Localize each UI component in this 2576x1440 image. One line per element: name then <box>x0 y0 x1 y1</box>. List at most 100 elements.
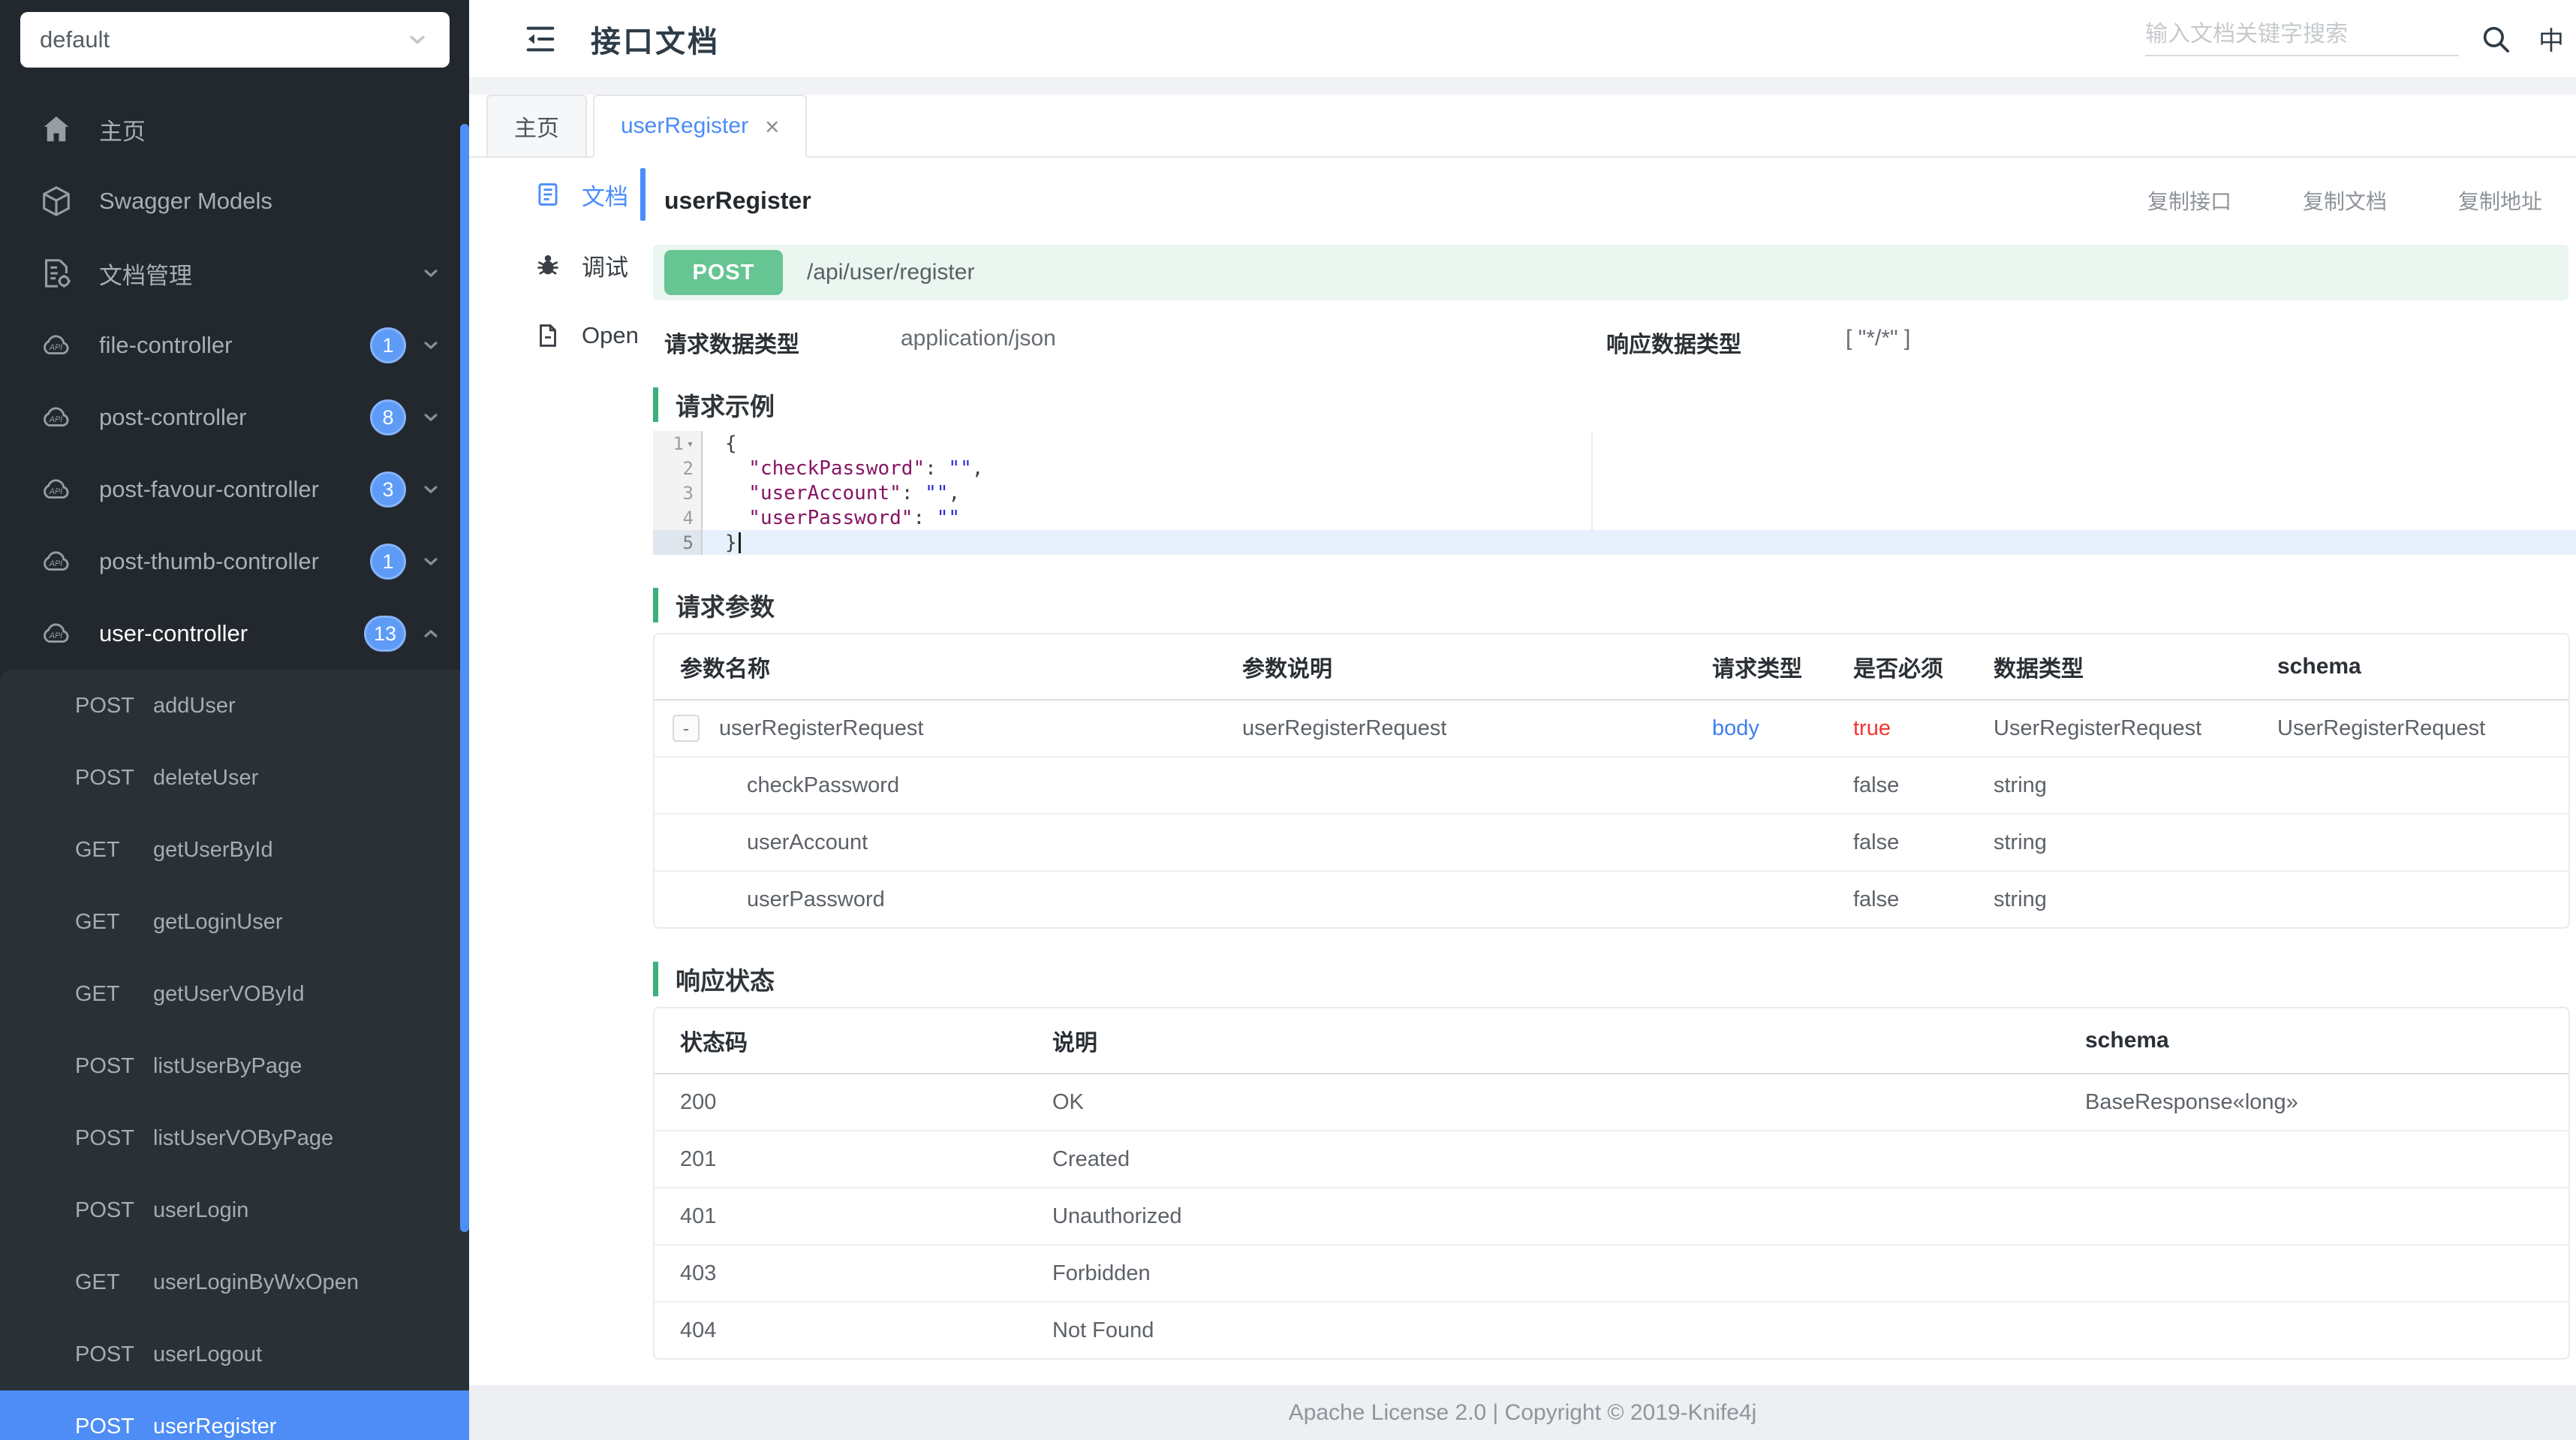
endpoint-method: GET <box>75 910 153 935</box>
api-path: /api/user/register <box>807 260 974 285</box>
sidebar-item-5[interactable]: APIpost-favour-controller3 <box>0 453 469 526</box>
sidebar-item-1[interactable]: Swagger Models <box>0 165 469 237</box>
footer-text: Apache License 2.0 | Copyright © 2019-Kn… <box>1289 1400 1757 1426</box>
language-toggle[interactable]: 中 <box>2538 20 2565 57</box>
sidebar-endpoint-getUserById[interactable]: GETgetUserById <box>0 814 469 886</box>
doc-nav-item-2[interactable]: Open <box>469 300 646 371</box>
code-text: "userAccount": "", <box>703 481 960 505</box>
column-header: 说明 <box>1027 1024 2060 1057</box>
endpoint-name: userLogout <box>153 1342 262 1367</box>
param-table-header: 参数名称参数说明请求类型是否必须数据类型schema <box>655 634 2568 699</box>
search-icon[interactable] <box>2480 23 2511 55</box>
param-row-checkPassword: checkPasswordfalsestring <box>655 756 2568 813</box>
sidebar-item-3[interactable]: APIfile-controller1 <box>0 309 469 381</box>
column-header: 是否必须 <box>1828 650 1968 683</box>
endpoint-name: addUser <box>153 694 236 718</box>
param-desc: userRegisterRequest <box>1217 716 1687 741</box>
column-header: 数据类型 <box>1968 650 2252 683</box>
endpoint-method: GET <box>75 1270 153 1295</box>
group-select[interactable]: default <box>20 12 450 68</box>
status-code: 403 <box>655 1261 1027 1286</box>
column-header: 状态码 <box>655 1024 1027 1057</box>
sidebar-endpoint-userLoginByWxOpen[interactable]: GETuserLoginByWxOpen <box>0 1246 469 1318</box>
text-cursor <box>739 532 741 553</box>
doc-manage-icon <box>39 256 74 291</box>
sidebar-item-label: Swagger Models <box>99 188 272 215</box>
line-number: 1▾ <box>653 431 703 456</box>
response-type-label: 响应数据类型 <box>1606 326 1741 359</box>
status-code: 404 <box>655 1318 1027 1343</box>
sidebar-endpoint-userLogin[interactable]: POSTuserLogin <box>0 1174 469 1246</box>
sidebar: default 主页 Swagger Models 文档管理APIfile-cont… <box>0 0 469 1440</box>
status-desc: Unauthorized <box>1027 1204 2060 1229</box>
close-icon[interactable]: × <box>765 114 779 139</box>
column-header: 请求类型 <box>1687 650 1828 683</box>
footer: Apache License 2.0 | Copyright © 2019-Kn… <box>469 1385 2576 1440</box>
open-file-icon <box>534 321 562 350</box>
sidebar-endpoint-getLoginUser[interactable]: GETgetLoginUser <box>0 886 469 958</box>
code-editor[interactable]: 1▾{2 "checkPassword": "",3 "userAccount"… <box>653 431 2576 555</box>
menu-fold-icon[interactable] <box>523 22 558 56</box>
endpoint-method: POST <box>75 1054 153 1079</box>
body-row: 文档调试Open userRegister 复制接口复制文档复制地址 POST … <box>469 158 2576 1385</box>
param-req-type: body <box>1687 716 1828 741</box>
doc-nav-item-1[interactable]: 调试 <box>469 230 646 300</box>
section-title-request-example: 请求示例 <box>653 387 2576 422</box>
param-required: false <box>1828 830 1968 855</box>
response-type-value: [ "*/*" ] <box>1846 326 1910 351</box>
endpoint-method: POST <box>75 694 153 718</box>
chevron-down-icon <box>420 550 442 573</box>
param-required: true <box>1828 716 1968 741</box>
sidebar-item-label: 主页 <box>99 113 146 146</box>
sidebar-endpoint-deleteUser[interactable]: POSTdeleteUser <box>0 742 469 814</box>
status-code: 401 <box>655 1204 1027 1229</box>
sidebar-item-label: user-controller <box>99 620 248 647</box>
tab-主页[interactable]: 主页 <box>486 95 587 158</box>
fold-caret-icon[interactable]: ▾ <box>687 437 694 450</box>
code-text: "userPassword": "" <box>703 505 960 530</box>
sidebar-scrollbar[interactable] <box>460 124 469 1232</box>
sidebar-item-0[interactable]: 主页 <box>0 93 469 165</box>
sidebar-item-7[interactable]: APIuser-controller13 <box>0 598 469 670</box>
sidebar-item-2[interactable]: 文档管理 <box>0 237 469 309</box>
endpoint-name: userLogin <box>153 1198 248 1223</box>
doc-nav-item-0[interactable]: 文档 <box>469 159 646 230</box>
request-type-label: 请求数据类型 <box>664 326 799 359</box>
collapse-toggle[interactable]: - <box>673 715 700 742</box>
code-text: "checkPassword": "", <box>703 456 983 481</box>
tab-userRegister[interactable]: userRegister× <box>593 95 807 158</box>
sidebar-item-4[interactable]: APIpost-controller8 <box>0 381 469 453</box>
endpoint-method: GET <box>75 838 153 863</box>
search-box <box>2145 22 2459 56</box>
svg-text:API: API <box>49 631 62 640</box>
api-cloud-icon: API <box>39 400 74 435</box>
sidebar-endpoint-addUser[interactable]: POSTaddUser <box>0 670 469 742</box>
sidebar-endpoint-listUserByPage[interactable]: POSTlistUserByPage <box>0 1030 469 1102</box>
param-data-type: string <box>1968 830 2252 855</box>
copy-action-2[interactable]: 复制地址 <box>2458 185 2542 215</box>
sidebar-endpoint-userLogout[interactable]: POSTuserLogout <box>0 1318 469 1390</box>
sidebar-endpoint-userRegister[interactable]: POSTuserRegister <box>0 1390 469 1440</box>
endpoint-name: userLoginByWxOpen <box>153 1270 359 1295</box>
sidebar-item-6[interactable]: APIpost-thumb-controller1 <box>0 526 469 598</box>
topbar: 接口文档 中 <box>469 0 2576 79</box>
param-name: userRegisterRequest <box>719 716 923 741</box>
search-input[interactable] <box>2145 22 2459 47</box>
status-code: 201 <box>655 1147 1027 1172</box>
endpoint-name: deleteUser <box>153 766 258 791</box>
sidebar-endpoint-getUserVOById[interactable]: GETgetUserVOById <box>0 958 469 1030</box>
api-cloud-icon: API <box>39 544 74 579</box>
status-table: 状态码说明schema200OKBaseResponse«long»201Cre… <box>653 1007 2570 1360</box>
data-types-row: 请求数据类型 application/json 响应数据类型 [ "*/*" ] <box>646 323 2576 354</box>
code-text: { <box>703 431 737 456</box>
copy-action-0[interactable]: 复制接口 <box>2147 185 2231 215</box>
code-line-4: 4 "userPassword": "" <box>653 505 2576 530</box>
copy-action-1[interactable]: 复制文档 <box>2303 185 2387 215</box>
code-line-5: 5} <box>653 530 2576 555</box>
doc-icon <box>534 180 562 209</box>
param-name-cell: -userRegisterRequest <box>655 715 1217 742</box>
sidebar-endpoint-listUserVOByPage[interactable]: POSTlistUserVOByPage <box>0 1102 469 1174</box>
status-desc: Not Found <box>1027 1318 2060 1343</box>
model-icon <box>39 184 74 218</box>
param-row-userPassword: userPasswordfalsestring <box>655 870 2568 927</box>
